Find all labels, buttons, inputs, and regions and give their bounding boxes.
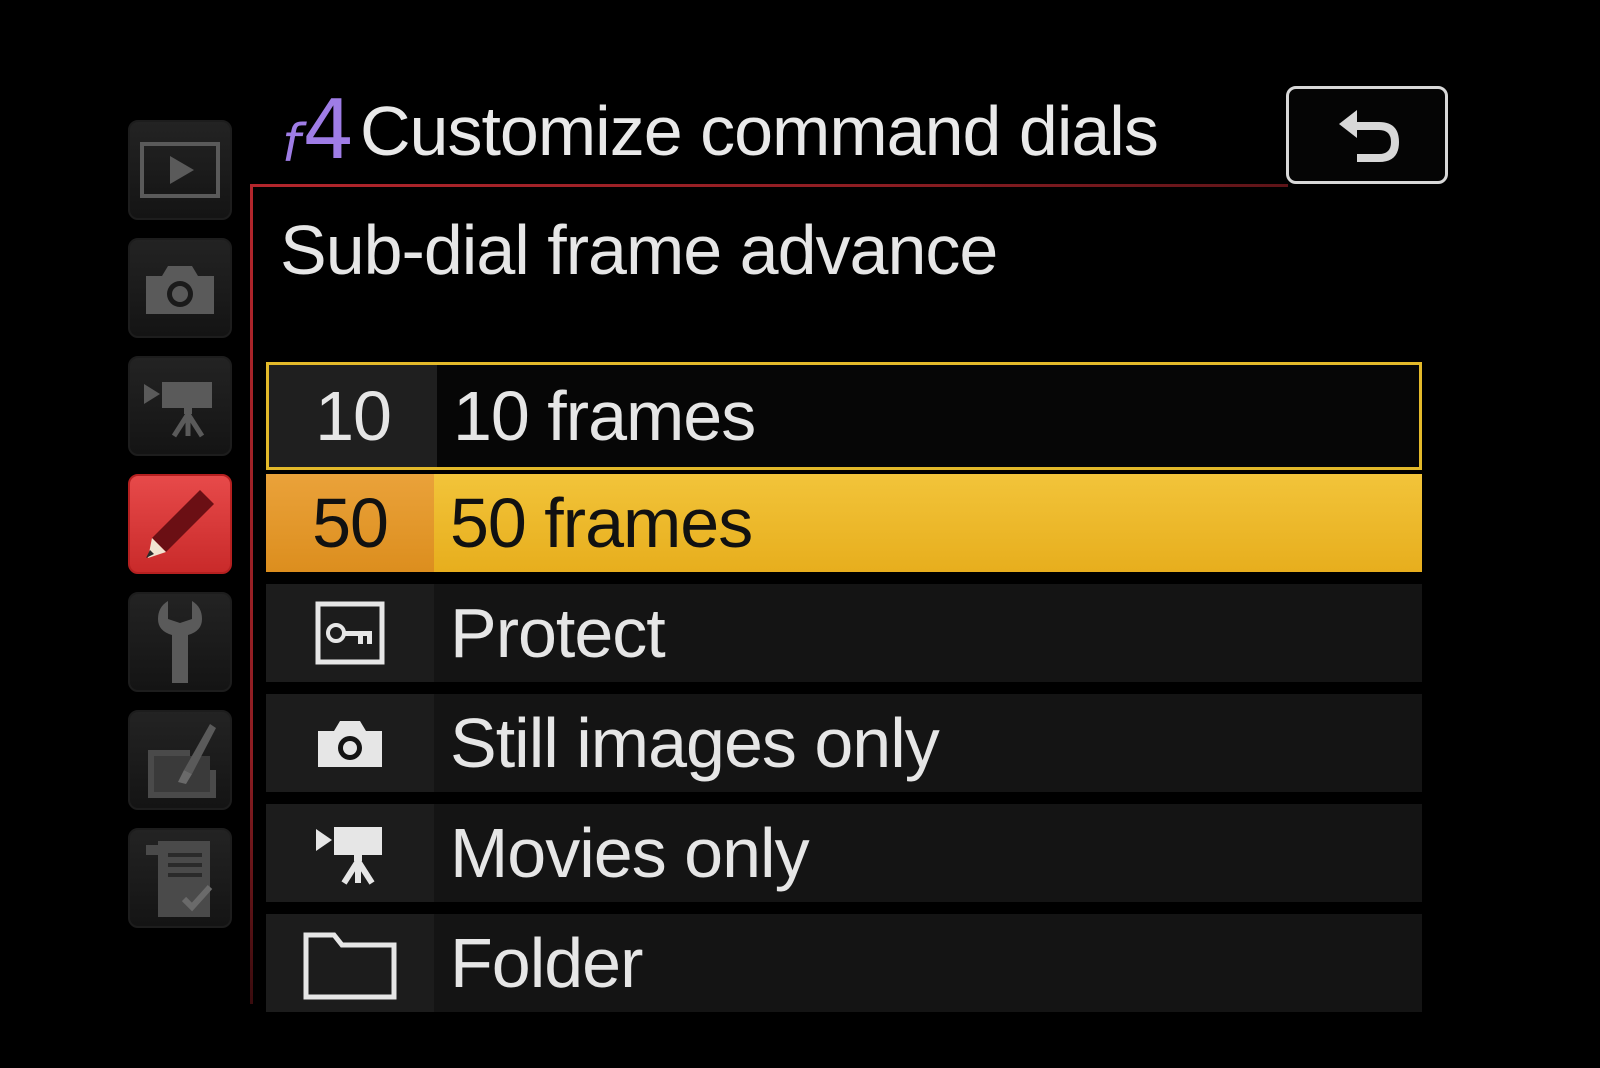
back-arrow-icon [1339,110,1399,162]
menu-item-code: f 4 [282,86,354,176]
pencil-icon [146,490,214,558]
tab-photo-shooting[interactable] [128,238,232,338]
play-icon [140,142,220,198]
option-icon-cell [266,584,434,682]
option-label: 50 frames [450,484,753,562]
tab-custom-settings[interactable] [128,474,232,574]
submenu-title: Sub-dial frame advance [280,211,998,289]
option-50-frames[interactable]: 50 50 frames [266,474,1422,572]
option-icon-cell [266,804,434,902]
option-label: Still images only [450,704,940,782]
menu-item-code-number: 4 [302,83,355,178]
panel-border-left [250,184,253,1004]
back-button[interactable] [1286,86,1448,184]
camera-icon [146,266,214,314]
retouch-brush-icon [148,724,216,798]
tab-movie-shooting[interactable] [128,356,232,456]
movie-camera-icon [316,827,382,885]
movie-camera-icon [144,382,212,438]
tab-retouch[interactable] [128,710,232,810]
checklist-icon [146,841,213,917]
option-label: Protect [450,594,666,672]
option-icon-cell [266,694,434,792]
option-10-frames[interactable]: 10 10 frames [266,362,1422,470]
protect-key-icon [315,601,385,665]
option-code: 50 [266,474,434,572]
page-title: Customize command dials [360,92,1159,170]
option-folder[interactable]: Folder [266,914,1422,1012]
option-movies-only[interactable]: Movies only [266,804,1422,902]
tab-my-menu[interactable] [128,828,232,928]
option-label: Movies only [450,814,810,892]
option-still-images-only[interactable]: Still images only [266,694,1422,792]
option-label: Folder [450,924,643,1002]
option-label: 10 frames [453,377,756,455]
panel-border-top [252,184,1288,187]
option-protect[interactable]: Protect [266,584,1422,682]
option-code: 10 [269,365,437,467]
tab-playback[interactable] [128,120,232,220]
option-icon-cell [266,914,434,1012]
folder-icon [303,932,397,1000]
wrench-icon [158,601,202,683]
menu-item-code-letter: f [282,114,301,174]
tab-setup[interactable] [128,592,232,692]
camera-icon [318,721,382,767]
